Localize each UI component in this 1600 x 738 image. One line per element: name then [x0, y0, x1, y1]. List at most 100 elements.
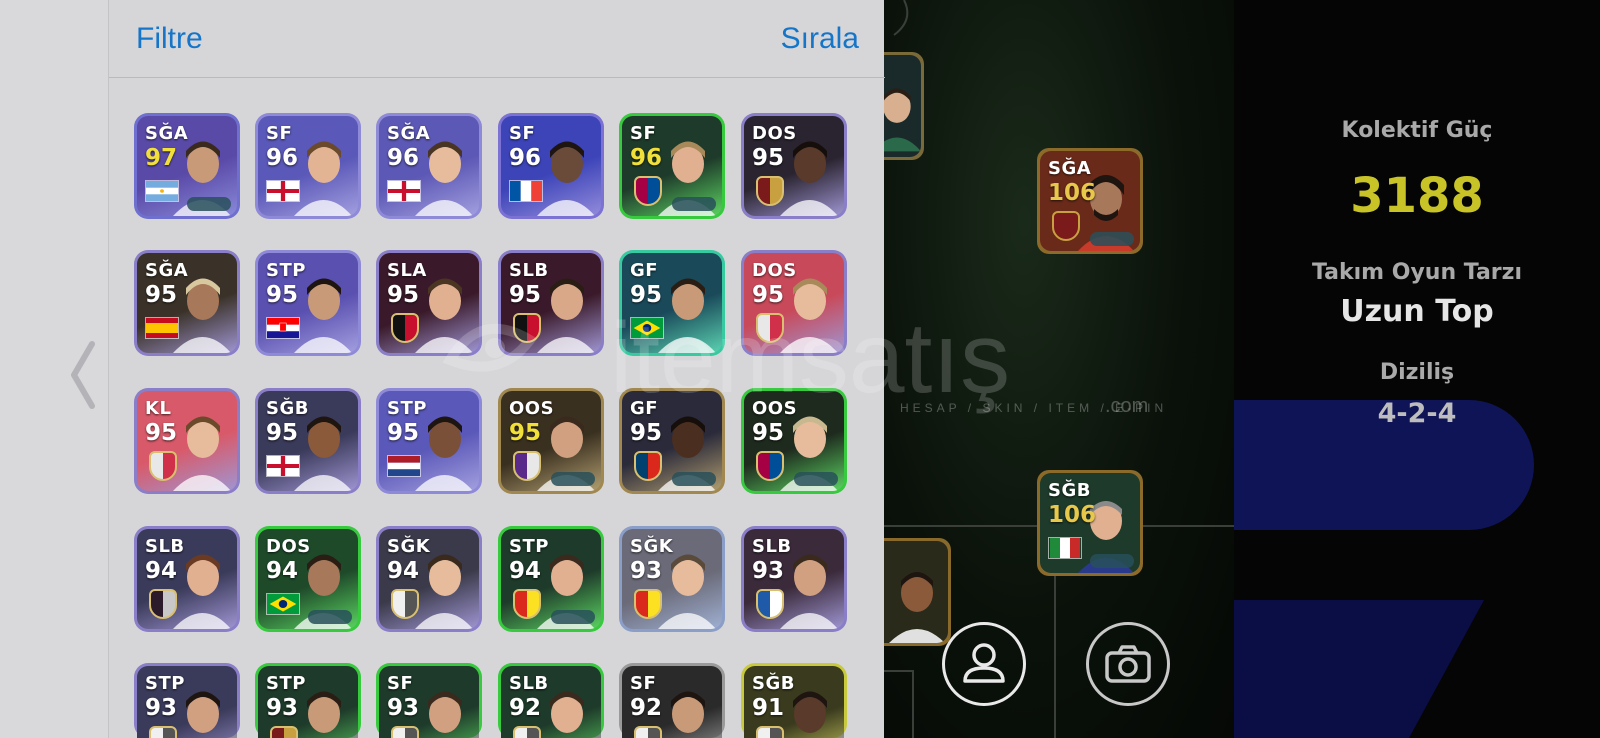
- player-card[interactable]: SLB 92: [498, 663, 604, 738]
- player-card[interactable]: SĞA 96: [376, 113, 482, 219]
- card-face: OOS 95: [501, 391, 601, 491]
- card-rating: 95: [752, 145, 785, 171]
- card-face: STP 94: [501, 529, 601, 629]
- card-face: SLA 95: [379, 253, 479, 353]
- player-card[interactable]: SĞA 95: [134, 250, 240, 356]
- card-face: SLB 95: [501, 253, 601, 353]
- player-portrait: [658, 554, 716, 629]
- filter-button[interactable]: Filtre: [136, 22, 203, 56]
- club-crest-icon: [756, 313, 784, 343]
- netherlands-flag-icon: [387, 455, 421, 477]
- club-crest-icon: [513, 726, 541, 738]
- player-card[interactable]: SLB 94: [134, 526, 240, 632]
- skill-pill-icon: [551, 472, 595, 486]
- chevron-left-icon[interactable]: [68, 340, 98, 410]
- card-face: SF 93: [379, 666, 479, 738]
- card-position: STP: [266, 673, 306, 694]
- card-position: SĞB: [266, 398, 309, 419]
- player-card[interactable]: STP 95: [255, 250, 361, 356]
- player-card[interactable]: STP 95: [376, 388, 482, 494]
- team-style-label: Takım Oyun Tarzı: [1311, 260, 1522, 285]
- player-card[interactable]: SĞB 91: [741, 663, 847, 738]
- player-card[interactable]: DOS 95: [741, 250, 847, 356]
- brazil-flag-icon: [630, 317, 664, 339]
- skill-pill-icon: [1090, 232, 1134, 246]
- field-player-card[interactable]: SĞA 106: [1037, 148, 1143, 254]
- player-portrait: [415, 416, 473, 491]
- england-flag-icon: [266, 180, 300, 202]
- player-portrait: [428, 691, 462, 733]
- player-card[interactable]: OOS 95: [498, 388, 604, 494]
- player-card[interactable]: KL 95: [134, 388, 240, 494]
- club-crest-icon: [149, 589, 177, 619]
- card-rating: 92: [630, 695, 663, 721]
- player-portrait: [780, 141, 838, 216]
- card-rating: 97: [145, 145, 178, 171]
- argentina-flag-icon: [145, 180, 179, 202]
- player-card[interactable]: SĞK 93: [619, 526, 725, 632]
- card-rating: 91: [752, 695, 785, 721]
- card-rating: 95: [266, 282, 299, 308]
- player-card[interactable]: SF 92: [619, 663, 725, 738]
- card-rating: 95: [387, 420, 420, 446]
- card-rating: 93: [387, 695, 420, 721]
- player-card[interactable]: STP 93: [255, 663, 361, 738]
- player-card[interactable]: SF 96: [498, 113, 604, 219]
- player-card[interactable]: STP 94: [498, 526, 604, 632]
- player-card[interactable]: SLB 93: [741, 526, 847, 632]
- card-face: SF 96: [258, 116, 358, 216]
- player-card[interactable]: DOS 94: [255, 526, 361, 632]
- formation-label: Diziliş: [1379, 360, 1455, 385]
- player-card[interactable]: SĞB 95: [255, 388, 361, 494]
- player-portrait: [173, 278, 231, 353]
- player-card[interactable]: SF 96: [619, 113, 725, 219]
- card-rating: 106: [1048, 502, 1097, 528]
- card-face: SĞK 93: [622, 529, 722, 629]
- card-rating: 95: [145, 282, 178, 308]
- card-position: STP: [509, 536, 549, 557]
- card-position: SĞK: [630, 536, 674, 557]
- card-position: GF: [630, 398, 659, 419]
- card-rating: 95: [630, 282, 663, 308]
- card-position: SĞB: [752, 673, 795, 694]
- player-card[interactable]: GF 95: [619, 388, 725, 494]
- player-card[interactable]: SF 96: [255, 113, 361, 219]
- skill-pill-icon: [794, 472, 838, 486]
- player-card[interactable]: OOS 95: [741, 388, 847, 494]
- club-crest-icon: [634, 726, 662, 738]
- player-card[interactable]: GF 95: [619, 250, 725, 356]
- player-card[interactable]: SLA 95: [376, 250, 482, 356]
- player-card[interactable]: SLB 95: [498, 250, 604, 356]
- card-face: SF 96: [622, 116, 722, 216]
- profile-button[interactable]: [942, 622, 1026, 706]
- player-card[interactable]: SĞK 94: [376, 526, 482, 632]
- card-position: SF: [509, 123, 536, 144]
- card-rating: 93: [266, 695, 299, 721]
- card-rating: 94: [387, 558, 420, 584]
- card-face: DOS 95: [744, 116, 844, 216]
- player-card[interactable]: STP 93: [134, 663, 240, 738]
- england-flag-icon: [266, 455, 300, 477]
- club-crest-icon: [391, 726, 419, 738]
- player-card[interactable]: DOS 95: [741, 113, 847, 219]
- card-position: SLA: [387, 260, 427, 281]
- club-crest-icon: [1052, 211, 1080, 241]
- sort-button[interactable]: Sırala: [781, 22, 859, 56]
- card-position: GF: [630, 260, 659, 281]
- player-portrait: [294, 141, 352, 216]
- player-portrait: [889, 572, 945, 643]
- club-crest-icon: [634, 451, 662, 481]
- skill-pill-icon: [187, 197, 231, 211]
- card-position: DOS: [752, 260, 797, 281]
- card-position: SĞK: [387, 536, 431, 557]
- field-player-card[interactable]: SĞB 106: [1037, 470, 1143, 576]
- card-rating: 93: [630, 558, 663, 584]
- club-crest-icon: [634, 176, 662, 206]
- player-card[interactable]: SĞA 97: [134, 113, 240, 219]
- panel-header: Filtre Sırala: [109, 0, 885, 78]
- player-card[interactable]: SF 93: [376, 663, 482, 738]
- pitch-line: [912, 670, 914, 738]
- camera-button[interactable]: [1086, 622, 1170, 706]
- player-portrait: [537, 141, 595, 216]
- card-face: SLB 93: [744, 529, 844, 629]
